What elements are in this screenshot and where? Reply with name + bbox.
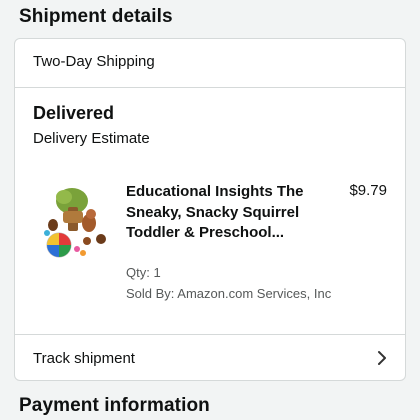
order-details-page: Shipment details Two-Day Shipping Delive…	[0, 0, 420, 420]
payment-information-heading: Payment information	[19, 395, 210, 416]
delivery-status: Delivered	[33, 103, 115, 123]
product-title-link[interactable]: Educational Insights The Sneaky, Snacky …	[126, 182, 316, 244]
shipping-method-row: Two-Day Shipping	[15, 39, 405, 88]
shipment-card: Two-Day Shipping Delivered Delivery Esti…	[14, 38, 406, 381]
chevron-right-icon	[378, 351, 386, 365]
product-seller: Sold By: Amazon.com Services, Inc	[126, 286, 332, 301]
shipment-details-heading: Shipment details	[19, 6, 173, 27]
product-thumbnail[interactable]	[39, 181, 109, 261]
shipping-method-label: Two-Day Shipping	[33, 53, 155, 70]
delivery-estimate-label: Delivery Estimate	[33, 130, 150, 147]
track-shipment-label: Track shipment	[33, 350, 135, 367]
product-quantity: Qty: 1	[126, 265, 161, 280]
product-price: $9.79	[349, 182, 387, 199]
track-shipment-row[interactable]: Track shipment	[15, 334, 405, 380]
board-game-image-icon	[44, 188, 106, 258]
